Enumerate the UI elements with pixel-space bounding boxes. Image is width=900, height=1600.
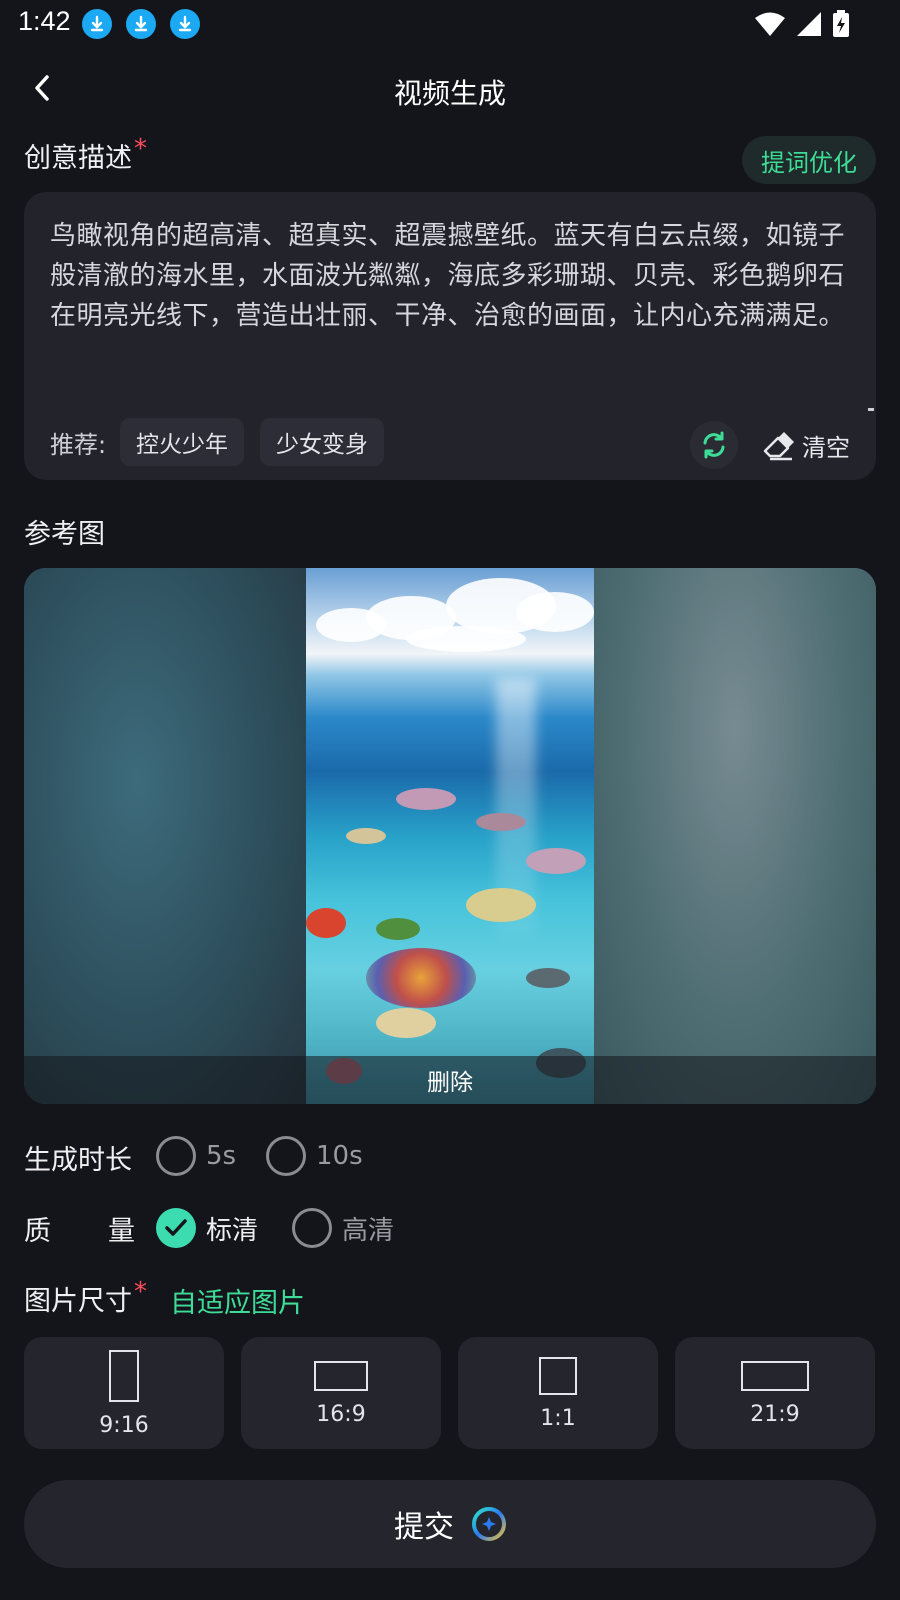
- quality-option-label: 高清: [342, 1215, 395, 1246]
- duration-option-5s[interactable]: 5s: [156, 1136, 236, 1176]
- ratio-label: 16:9: [316, 1401, 366, 1427]
- duration-option-10s[interactable]: 10s: [266, 1136, 363, 1176]
- ratio-option-21-9[interactable]: 21:9: [675, 1337, 875, 1449]
- blurred-background-right: [594, 568, 876, 1104]
- recommend-label: 推荐:: [50, 431, 107, 459]
- description-textarea[interactable]: 鸟瞰视角的超高清、超真实、超震撼壁纸。蓝天有白云点缀，如镜子般清澈的海水里，水面…: [50, 216, 850, 336]
- portrait-ratio-icon: [109, 1349, 139, 1402]
- status-icons: [754, 10, 850, 38]
- optimize-prompt-button[interactable]: 提词优化: [742, 136, 876, 184]
- wifi-icon: [755, 12, 785, 36]
- landscape-ratio-icon: [314, 1360, 368, 1391]
- description-label: 创意描述*: [24, 134, 147, 175]
- cellular-signal-icon: [797, 12, 821, 36]
- download-icon: [170, 9, 200, 39]
- ratio-label: 1:1: [540, 1405, 576, 1431]
- quality-label-char-2: 量: [108, 1216, 135, 1247]
- size-label-text: 图片尺寸: [24, 1286, 132, 1317]
- reference-image-container[interactable]: 删除: [24, 568, 876, 1104]
- reference-image: [306, 568, 594, 1104]
- download-icon: [82, 9, 112, 39]
- clear-button[interactable]: 清空: [762, 428, 850, 463]
- radio-unchecked-icon: [156, 1136, 196, 1176]
- refresh-suggestions-button[interactable]: [690, 421, 738, 469]
- ultrawide-ratio-icon: [741, 1360, 809, 1391]
- radio-unchecked-icon: [266, 1136, 306, 1176]
- ratio-option-9-16[interactable]: 9:16: [24, 1337, 224, 1449]
- delete-image-button[interactable]: 删除: [24, 1056, 876, 1104]
- submit-button[interactable]: 提交: [24, 1480, 876, 1568]
- square-ratio-icon: [539, 1356, 577, 1395]
- quality-option-label: 标清: [206, 1215, 259, 1246]
- reference-label: 参考图: [24, 519, 105, 550]
- required-mark: *: [134, 1277, 147, 1307]
- eraser-icon: [763, 431, 794, 460]
- recommend-chip[interactable]: 少女变身: [260, 418, 384, 466]
- battery-charging-icon: [833, 10, 849, 37]
- sparkle-logo-icon: [472, 1507, 506, 1541]
- duration-option-label: 5s: [206, 1141, 237, 1171]
- radio-unchecked-icon: [292, 1208, 332, 1248]
- clear-label: 清空: [802, 434, 850, 462]
- quality-option-hd[interactable]: 高清: [292, 1208, 394, 1248]
- adaptive-image-option[interactable]: 自适应图片: [170, 1281, 305, 1320]
- submit-label: 提交: [394, 1510, 454, 1545]
- description-label-text: 创意描述: [24, 143, 132, 174]
- quality-option-sd[interactable]: 标清: [156, 1208, 258, 1248]
- radio-checked-icon: [156, 1208, 196, 1248]
- recommend-chip[interactable]: 控火少年: [120, 418, 244, 466]
- download-icon: [126, 9, 156, 39]
- required-mark: *: [134, 134, 147, 164]
- quality-label-char-1: 质: [24, 1216, 51, 1247]
- page-title: 视频生成: [393, 77, 506, 110]
- size-label: 图片尺寸*: [24, 1277, 147, 1318]
- resize-handle: [868, 408, 874, 411]
- ratio-label: 9:16: [99, 1412, 149, 1438]
- duration-option-label: 10s: [316, 1141, 363, 1171]
- ratio-option-16-9[interactable]: 16:9: [241, 1337, 441, 1449]
- blurred-background-left: [24, 568, 306, 1104]
- status-time: 1:42: [18, 6, 71, 36]
- ratio-option-1-1[interactable]: 1:1: [458, 1337, 658, 1449]
- ratio-label: 21:9: [750, 1401, 800, 1427]
- refresh-icon: [703, 431, 725, 459]
- duration-label: 生成时长: [24, 1145, 132, 1176]
